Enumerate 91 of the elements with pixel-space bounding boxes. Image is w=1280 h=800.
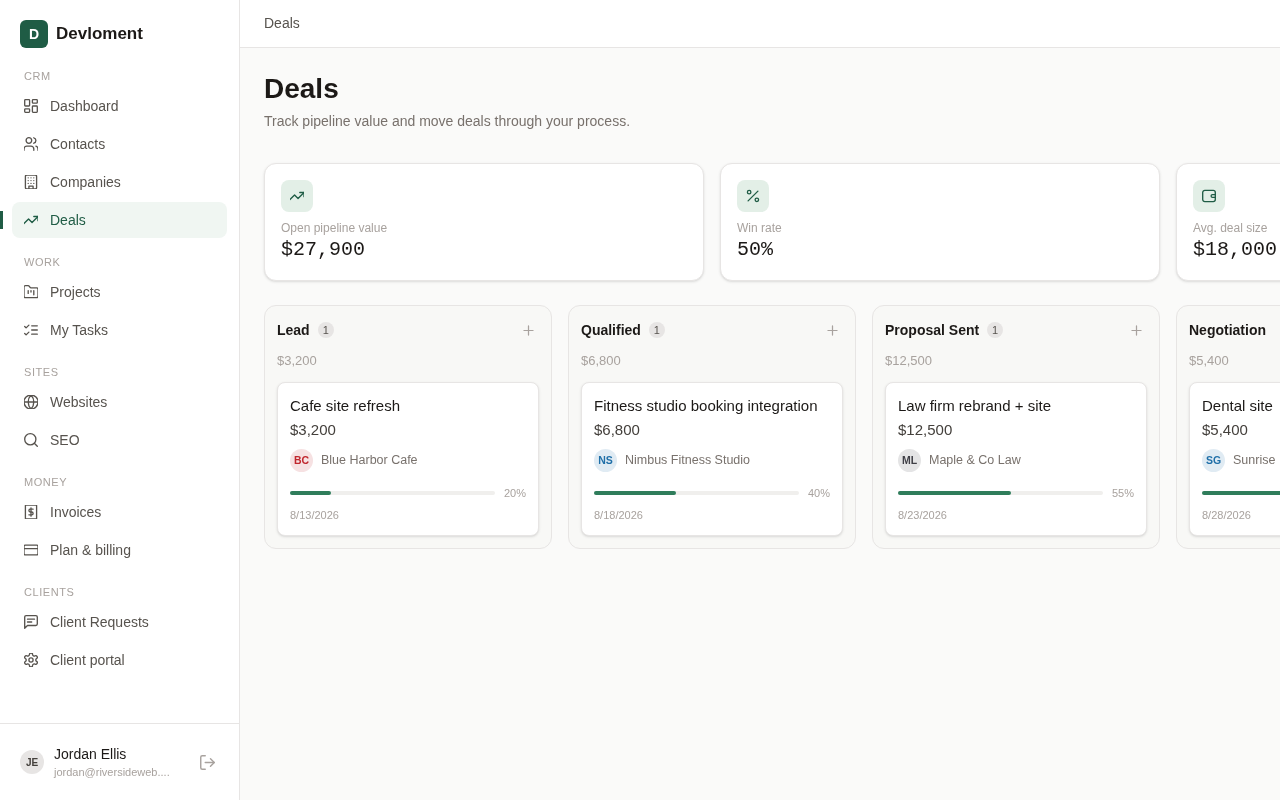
stat-value: $18,000 — [1193, 237, 1278, 263]
plus-icon — [521, 323, 535, 337]
settings-icon — [24, 653, 38, 667]
close-date: 8/18/2026 — [594, 508, 644, 523]
deal-amount: $12,500 — [898, 420, 954, 440]
stat-label: Win rate — [737, 220, 783, 236]
credit-card-icon — [24, 543, 38, 557]
nav-item[interactable]: Companies — [12, 164, 227, 200]
globe-icon — [24, 395, 38, 409]
logout-icon — [199, 754, 215, 770]
column-title: Proposal Sent — [885, 320, 980, 340]
section-label: CLIENTS — [23, 585, 76, 600]
nav-item[interactable]: Invoices — [12, 494, 227, 530]
column-title: Qualified — [581, 320, 641, 340]
client-name: Sunrise — [1233, 452, 1276, 470]
deal-card[interactable]: Law firm rebrand + site $12,500 ML Maple & Co Law 55% 8/23/2026 — [885, 382, 1147, 536]
client-name: Nimbus Fitness Studio — [625, 452, 751, 470]
close-date: 8/13/2026 — [290, 508, 340, 523]
client-avatar: SG — [1202, 449, 1225, 472]
stat-label: Avg. deal size — [1193, 220, 1269, 236]
deal-title: Law firm rebrand + site — [898, 396, 1052, 416]
section-label: CRM — [23, 69, 52, 84]
percent-icon — [737, 180, 769, 212]
add-deal-button[interactable] — [520, 322, 536, 338]
deal-card[interactable]: Dental site $5,400 SG Sunrise 8/28/2026 — [1189, 382, 1280, 536]
client-avatar: ML — [898, 449, 921, 472]
wallet-icon — [1193, 180, 1225, 212]
logout-button[interactable] — [199, 754, 215, 770]
user-name: Jordan Ellis — [54, 745, 128, 764]
probability-label: 55% — [1111, 486, 1134, 501]
active-indicator — [0, 211, 3, 229]
count-badge: 1 — [648, 322, 665, 338]
section-label: MONEY — [23, 475, 69, 490]
stat-label: Open pipeline value — [281, 220, 389, 236]
deal-card[interactable]: Cafe site refresh $3,200 BC Blue Harbor Cafe 20% 8/13/2026 — [277, 382, 539, 536]
section-label: SITES — [23, 365, 60, 380]
nav-item[interactable]: Contacts — [12, 126, 227, 162]
plus-icon — [825, 323, 839, 337]
deal-title: Fitness studio booking integration — [594, 396, 819, 416]
count-badge: 1 — [987, 322, 1004, 338]
page-title: Deals — [264, 72, 340, 106]
people-icon — [24, 137, 38, 151]
deal-card[interactable]: Fitness studio booking integration $6,800 NS Nimbus Fitness Studio 40% 8/18/2026 — [581, 382, 843, 536]
brand-name: Devloment — [56, 23, 143, 45]
search-icon — [24, 433, 38, 447]
nav-item[interactable]: Client Requests — [12, 604, 227, 640]
plus-icon — [1129, 323, 1143, 337]
nav-item[interactable]: Websites — [12, 384, 227, 420]
column-total: $3,200 — [277, 352, 318, 370]
client-name: Maple & Co Law — [929, 452, 1021, 470]
close-date: 8/23/2026 — [898, 508, 948, 523]
add-deal-button[interactable] — [1128, 322, 1144, 338]
nav-item[interactable]: Client portal — [12, 642, 227, 678]
count-badge: 1 — [317, 322, 334, 338]
client-name: Blue Harbor Cafe — [321, 452, 418, 470]
breadcrumb: Deals — [264, 14, 300, 33]
section-label: WORK — [23, 255, 62, 270]
deal-title: Cafe site refresh — [290, 396, 402, 416]
column-total: $5,400 — [1189, 352, 1230, 370]
folder-icon — [24, 285, 38, 299]
nav-item[interactable]: SEO — [12, 422, 227, 458]
nav-item[interactable]: Projects — [12, 274, 227, 310]
probability-label: 20% — [503, 486, 526, 501]
nav-item[interactable]: Plan & billing — [12, 532, 227, 568]
trend-line-icon — [24, 213, 38, 227]
close-date: 8/28/2026 — [1202, 508, 1252, 523]
column-total: $12,500 — [885, 352, 933, 370]
grid-icon — [24, 99, 38, 113]
deal-amount: $3,200 — [290, 420, 337, 440]
chat-icon — [24, 615, 38, 629]
add-deal-button[interactable] — [824, 322, 840, 338]
page-subtitle: Track pipeline value and move deals through your process. — [264, 112, 632, 131]
deal-amount: $5,400 — [1202, 420, 1249, 440]
client-avatar: BC — [290, 449, 313, 472]
user-avatar: JE — [20, 750, 44, 774]
dollar-document-icon — [24, 505, 38, 519]
nav-item[interactable]: My Tasks — [12, 312, 227, 348]
client-avatar: NS — [594, 449, 617, 472]
column-title: Lead — [277, 320, 310, 340]
checklist-icon — [24, 323, 38, 337]
deal-title: Dental site — [1202, 396, 1274, 416]
user-email: jordan@riversideweb.... — [54, 765, 170, 780]
stat-value: 50% — [737, 237, 774, 263]
stat-value: $27,900 — [281, 237, 366, 263]
probability-label: 40% — [807, 486, 830, 501]
deal-amount: $6,800 — [594, 420, 641, 440]
column-title: Negotiation — [1189, 320, 1266, 340]
column-total: $6,800 — [581, 352, 622, 370]
brand-logo: D — [20, 20, 48, 48]
building-icon — [24, 175, 38, 189]
nav-item[interactable]: Dashboard — [12, 88, 227, 124]
